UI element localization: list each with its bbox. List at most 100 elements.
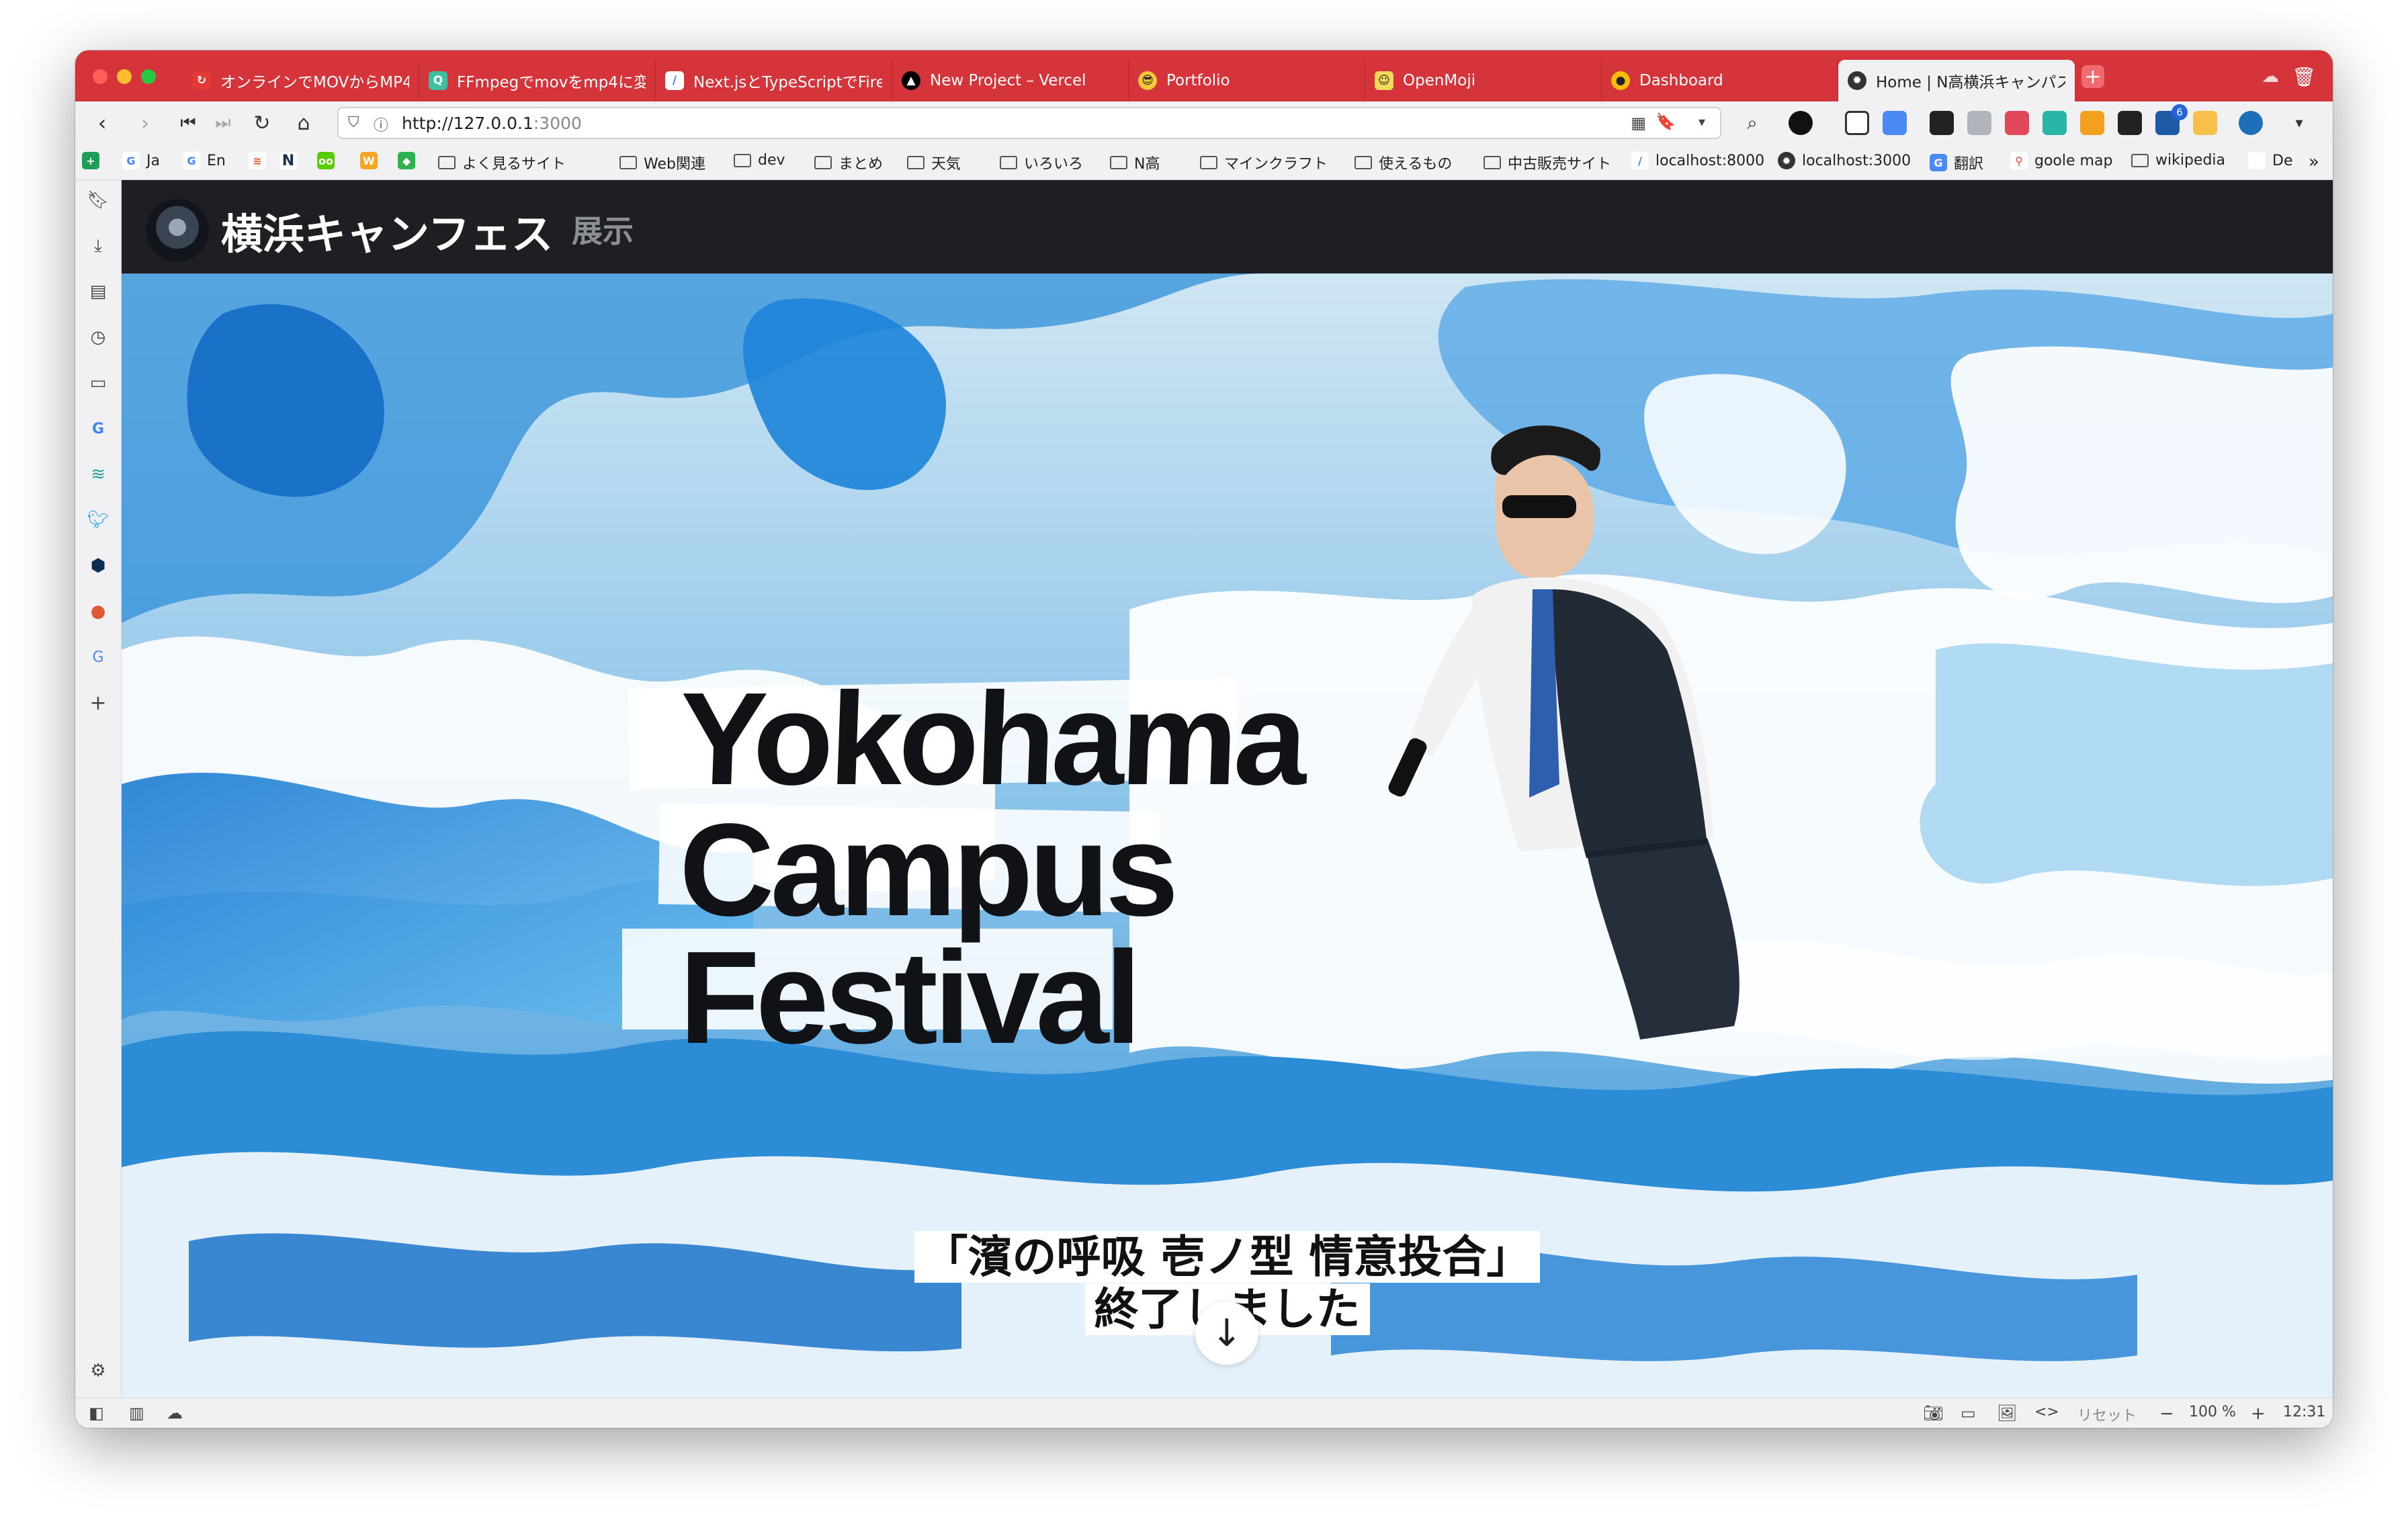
bookmark-folder-misc[interactable]: いろいろ: [1000, 152, 1083, 173]
tab-openmoji[interactable]: ☺ OpenMoji: [1365, 60, 1602, 101]
nav-link-exhibits[interactable]: 展示: [572, 207, 634, 251]
bookmark-folder-frequent[interactable]: よく見るサイト: [438, 152, 566, 173]
translate-extension-icon[interactable]: [1883, 111, 1907, 135]
rewind-icon[interactable]: ⏮: [175, 110, 202, 136]
extension-cube-icon[interactable]: [1789, 111, 1813, 135]
bookmark-feedly[interactable]: ◆: [398, 152, 415, 169]
tab-home-active[interactable]: ✹ Home | N高横浜キャンパス: [1838, 60, 2075, 101]
extensions-menu-chevron-icon[interactable]: ▾: [2286, 110, 2313, 136]
twitter-icon[interactable]: 🐦︎: [87, 509, 110, 531]
extension-w-icon[interactable]: [2193, 111, 2217, 135]
bookmark-folder-nhigh[interactable]: N高: [1110, 152, 1160, 173]
site-title[interactable]: 横浜キャンフェス: [221, 200, 553, 261]
tab-bar: ↻ オンラインでMOVからMP4 Q FFmpegでmovをmp4に変 / Ne…: [75, 50, 2333, 101]
info-icon[interactable]: ⓘ: [374, 114, 388, 135]
feedly-icon: ◆: [398, 152, 415, 169]
cloud-icon[interactable]: ☁: [2259, 65, 2282, 88]
images-icon[interactable]: 🖼︎: [1997, 1404, 2017, 1423]
minimize-window-button[interactable]: [117, 69, 132, 84]
duckduckgo-icon[interactable]: ●: [87, 601, 109, 622]
tab-portfolio[interactable]: 😎 Portfolio: [1129, 60, 1365, 101]
reset-zoom-button[interactable]: リセット: [2077, 1404, 2137, 1425]
bookmark-folder-weather[interactable]: 天気: [907, 152, 961, 173]
arrow-down-icon: ↓: [1211, 1311, 1243, 1355]
notes-icon[interactable]: ▤: [87, 281, 109, 302]
qr-code-icon[interactable]: ▦: [1631, 114, 1646, 132]
bookmark-folder-matome[interactable]: まとめ: [814, 152, 883, 173]
url-input[interactable]: ⛉ ⓘ http://127.0.0.1:3000 ▦ 🔖 ▾: [337, 107, 1721, 139]
bookmark-folder-wikipedia[interactable]: wikipedia: [2131, 152, 2225, 169]
close-window-button[interactable]: [93, 69, 108, 84]
bookmark-google-map[interactable]: ⚲ goole map: [2010, 152, 2112, 169]
search-icon[interactable]: ⌕: [1739, 110, 1766, 136]
bookmark-translate[interactable]: G 翻訳: [1930, 152, 1983, 173]
bookmark-folder-dev[interactable]: dev: [734, 152, 785, 169]
bookmark-folder-web[interactable]: Web関連: [619, 152, 705, 173]
bookmark-localhost-8000[interactable]: / localhost:8000: [1631, 152, 1764, 169]
notion-icon[interactable]: [2118, 111, 2142, 135]
settings-gear-icon[interactable]: ⚙: [87, 1360, 109, 1382]
bookmark-folder-minecraft[interactable]: マインクラフト: [1200, 152, 1328, 173]
new-tab-icon[interactable]: +: [2081, 65, 2104, 89]
zoom-window-button[interactable]: [141, 69, 156, 84]
bookmark-google-en[interactable]: G En: [183, 152, 226, 169]
toggle-panel-icon[interactable]: ◧: [89, 1404, 104, 1423]
zoom-in-icon[interactable]: +: [2251, 1404, 2266, 1424]
home-icon[interactable]: ⌂: [290, 110, 317, 136]
bookmark-folder-useful[interactable]: 使えるもの: [1354, 152, 1452, 173]
bookmark-localhost-3000[interactable]: ✹ localhost:3000: [1778, 152, 1911, 169]
tab-nextjs[interactable]: / Next.jsとTypeScriptでFirel: [656, 60, 892, 101]
sync-cloud-icon[interactable]: ☁: [167, 1404, 183, 1423]
folder-icon: [1200, 156, 1217, 169]
folder-icon: [1354, 156, 1372, 169]
folder-icon: [1484, 156, 1501, 169]
translate-icon: G: [1930, 154, 1947, 171]
bookmark-fire[interactable]: ≋: [249, 152, 266, 169]
back-icon[interactable]: ‹: [89, 110, 116, 136]
sheets-icon: +: [82, 152, 99, 169]
extension-blocks-icon[interactable]: [2080, 111, 2104, 135]
zoom-level[interactable]: 100 %: [2189, 1404, 2236, 1420]
extension-s-icon[interactable]: [2042, 111, 2067, 135]
bookmark-n[interactable]: N: [280, 152, 297, 169]
bookmark-google-ja[interactable]: G Ja: [122, 152, 160, 169]
scroll-down-button[interactable]: ↓: [1195, 1302, 1258, 1365]
more-bookmarks-icon[interactable]: »: [2309, 152, 2319, 172]
extension-face-icon[interactable]: [1967, 111, 1991, 135]
history-icon[interactable]: ◷: [87, 327, 109, 348]
wave-panel-icon[interactable]: ≋: [87, 464, 109, 485]
trash-icon[interactable]: 🗑: [2292, 65, 2316, 88]
code-icon[interactable]: <>: [2034, 1404, 2059, 1420]
site-header: 横浜キャンフェス 展示: [122, 180, 2333, 273]
translate-panel-icon[interactable]: G: [87, 646, 109, 668]
bookmark-apple-de[interactable]: De: [2248, 152, 2292, 169]
cube-panel-icon[interactable]: ⬢: [87, 555, 109, 577]
window-icon[interactable]: ▭: [1961, 1404, 1976, 1423]
tab-tiling-icon[interactable]: ▥: [129, 1404, 144, 1423]
downloads-icon[interactable]: ⤓: [87, 235, 109, 257]
bookmarks-panel-icon[interactable]: 🔖︎: [87, 189, 110, 211]
extension-eyes-icon[interactable]: [1930, 111, 1954, 135]
reload-icon[interactable]: ↻: [249, 110, 275, 136]
forward-icon[interactable]: ›: [132, 110, 159, 136]
chevron-down-icon[interactable]: ▾: [1698, 114, 1705, 130]
zoom-out-icon[interactable]: −: [2159, 1404, 2174, 1424]
google-panel-icon[interactable]: G: [87, 418, 109, 439]
bookmark-w[interactable]: W: [360, 152, 378, 169]
tab-dashboard[interactable]: ● Dashboard: [1602, 60, 1838, 101]
tab-mov-to-mp4[interactable]: ↻ オンラインでMOVからMP4: [183, 60, 419, 101]
tab-ffmpeg[interactable]: Q FFmpegでmovをmp4に変: [419, 60, 656, 101]
extension-cat-icon[interactable]: [2239, 111, 2263, 135]
tab-vercel[interactable]: ▲ New Project – Vercel: [892, 60, 1129, 101]
bookmark-folder-used-shop[interactable]: 中古販売サイト: [1484, 152, 1611, 173]
camera-icon[interactable]: 📷︎: [1923, 1404, 1943, 1423]
picture-in-picture-icon[interactable]: [1845, 111, 1869, 135]
bookmark-duolingo[interactable]: oo: [317, 152, 335, 169]
window-panel-icon[interactable]: ▭: [87, 372, 109, 394]
fast-forward-icon[interactable]: ⏭: [210, 110, 236, 136]
bookmark-sheets[interactable]: +: [82, 152, 99, 169]
extension-grid-icon[interactable]: [2005, 111, 2029, 135]
bookmark-icon[interactable]: 🔖: [1656, 112, 1676, 131]
add-panel-icon[interactable]: +: [87, 691, 109, 715]
festival-logo[interactable]: [146, 199, 209, 262]
